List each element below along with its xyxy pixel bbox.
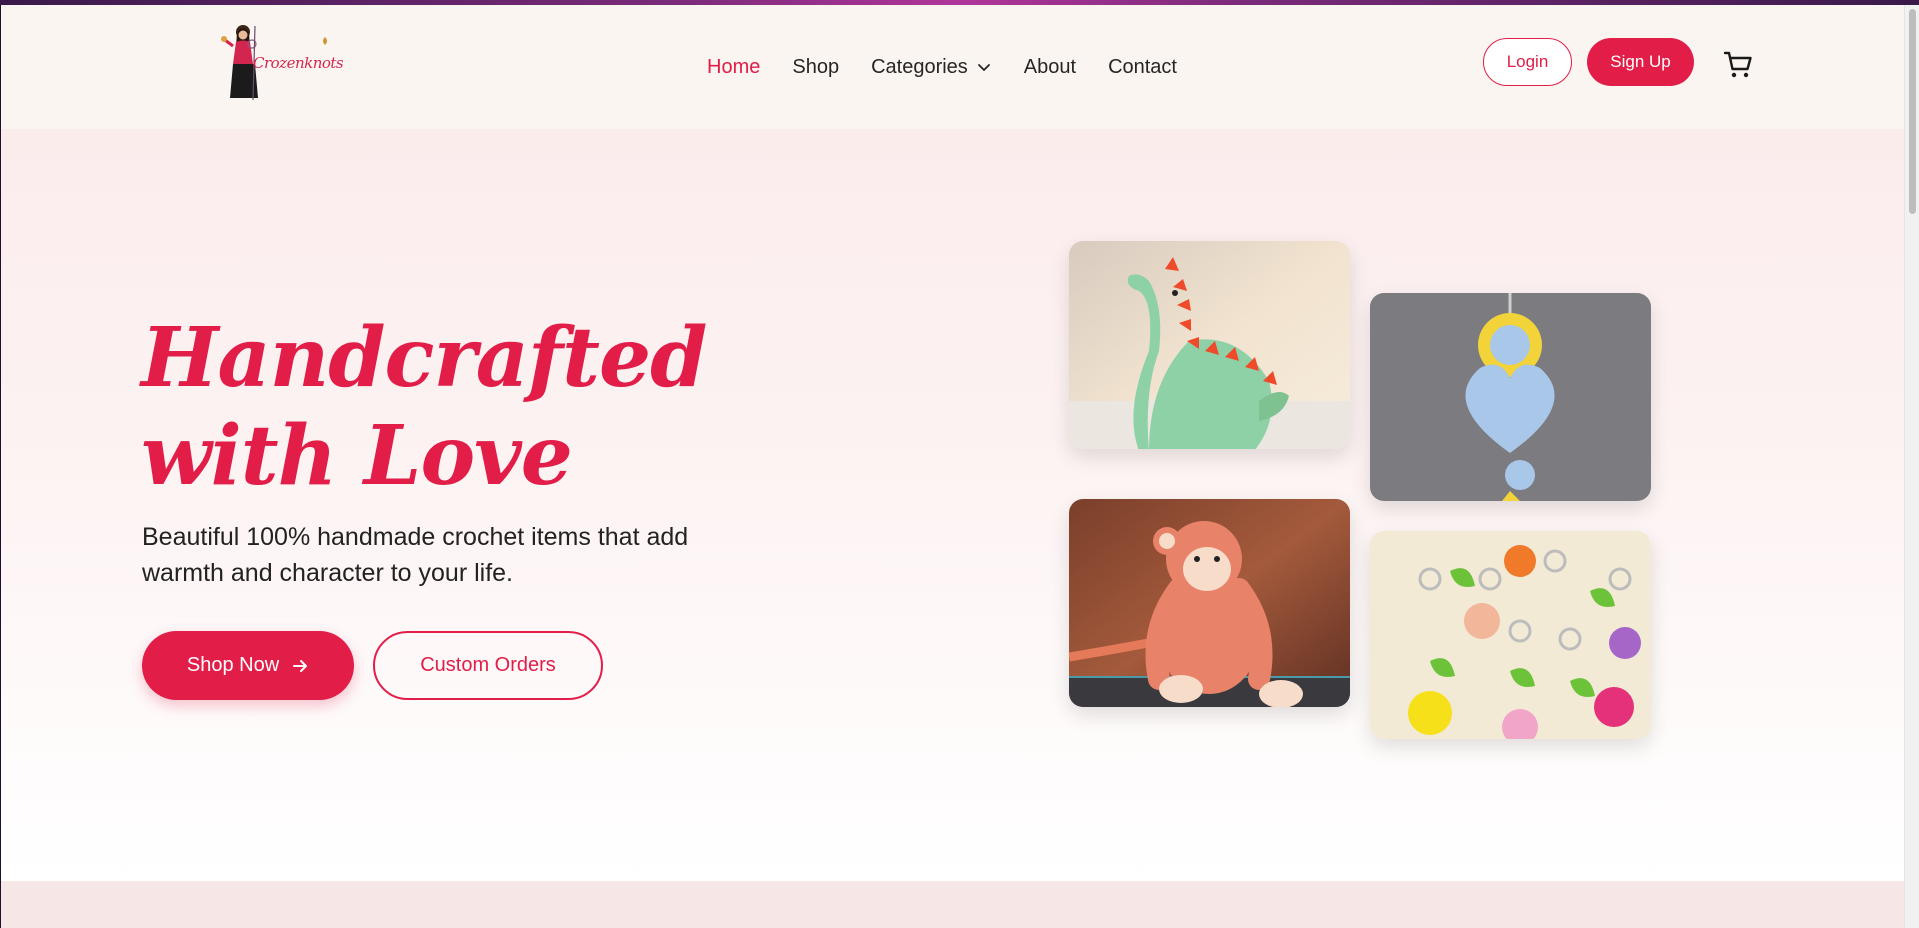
signup-button[interactable]: Sign Up <box>1587 38 1694 86</box>
cart-button[interactable] <box>1723 49 1755 81</box>
gallery-image-tulip-keychains <box>1370 531 1651 739</box>
shop-now-button[interactable]: Shop Now <box>142 631 354 700</box>
chevron-down-icon <box>977 64 990 71</box>
nav-categories-label: Categories <box>871 55 968 78</box>
hero-title-line-1: Handcrafted <box>141 310 707 406</box>
page-scrollbar[interactable] <box>1904 5 1919 928</box>
scrollbar-thumb[interactable] <box>1909 9 1916 214</box>
shop-now-label: Shop Now <box>186 654 280 676</box>
gallery-image-dinosaur <box>1069 241 1350 449</box>
custom-orders-button[interactable]: Custom Orders <box>373 631 603 700</box>
nav-home[interactable]: Home <box>707 56 760 79</box>
nav-shop[interactable]: Shop <box>792 56 839 79</box>
gallery-image-monkey <box>1069 499 1350 707</box>
arrow-right-icon <box>293 659 308 672</box>
next-section-preview <box>1 881 1904 928</box>
main-nav: Home Shop Categories About Contact <box>707 49 1209 85</box>
hero-subtitle: Beautiful 100% handmade crochet items th… <box>142 523 689 587</box>
gallery-image-heart-keychain <box>1370 293 1651 501</box>
site-header: Crozenknots Home Shop Categories About C… <box>1 5 1904 129</box>
hero-section: Handcrafted with Love Beautiful 100% han… <box>1 129 1904 881</box>
nav-about-label: About <box>1023 55 1077 78</box>
login-button[interactable]: Login <box>1483 38 1572 86</box>
page-viewport: Crozenknots Home Shop Categories About C… <box>1 5 1904 928</box>
logo-text: Crozenknots <box>253 54 344 72</box>
hero-title-line-2: with Love <box>141 408 573 504</box>
nav-categories[interactable]: Categories <box>871 56 992 79</box>
nav-home-label: Home <box>707 55 761 78</box>
nav-about[interactable]: About <box>1024 56 1076 79</box>
nav-shop-label: Shop <box>792 55 840 78</box>
brand-logo[interactable]: Crozenknots <box>215 22 345 104</box>
nav-contact-label: Contact <box>1108 55 1177 78</box>
nav-contact[interactable]: Contact <box>1108 56 1177 79</box>
hero-title: Handcrafted with Love <box>141 309 841 505</box>
cart-icon <box>1723 51 1752 78</box>
